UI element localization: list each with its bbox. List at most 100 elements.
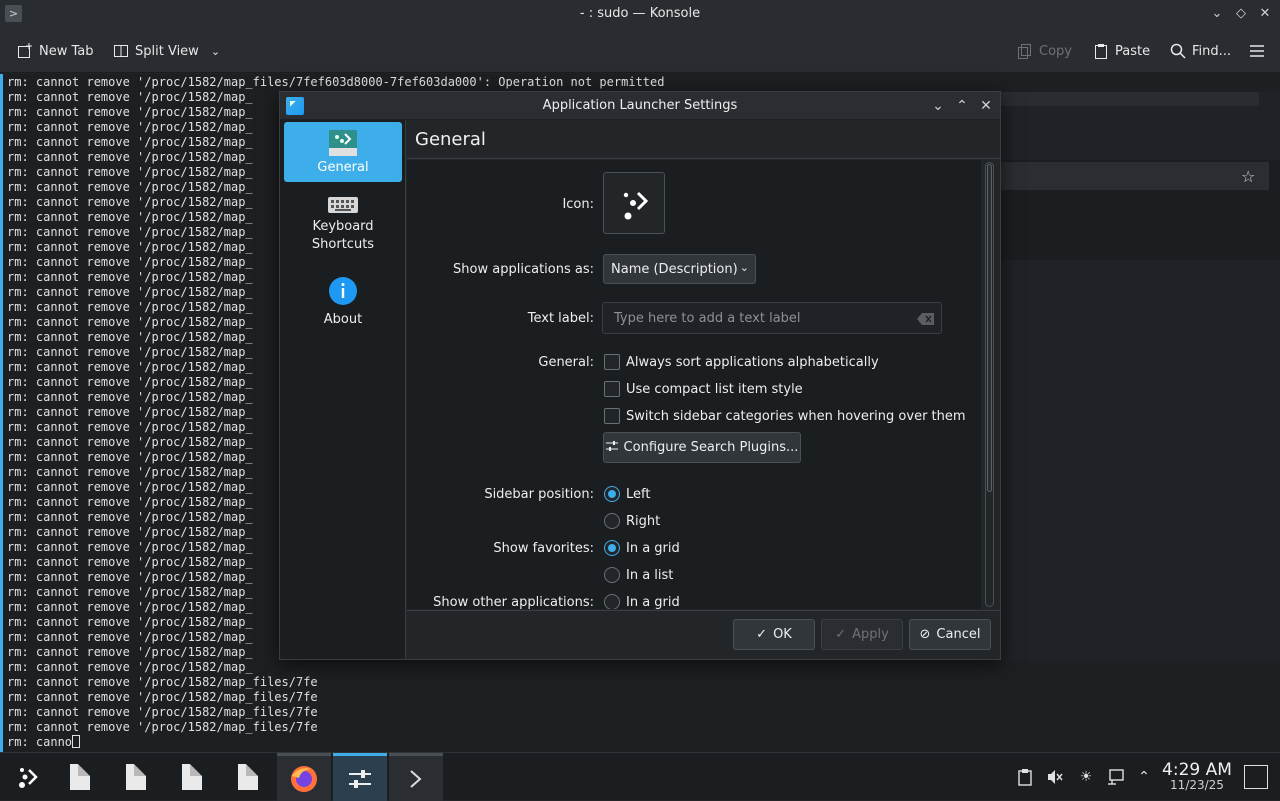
brightness-icon[interactable]: ☀ <box>1077 768 1095 786</box>
dialog-maximize-icon[interactable]: ⌃ <box>951 95 973 117</box>
copy-button[interactable]: Copy <box>1017 39 1072 63</box>
taskbar-firefox[interactable] <box>277 753 331 801</box>
apply-button[interactable]: ✓ Apply <box>821 619 903 650</box>
other-grid-label[interactable]: In a grid <box>626 595 680 609</box>
favorites-list-label[interactable]: In a list <box>626 568 673 583</box>
hamburger-menu-button[interactable] <box>1249 39 1265 63</box>
terminal-cursor <box>72 735 81 748</box>
taskbar-konsole[interactable] <box>389 753 443 801</box>
show-apps-label: Show applications as: <box>453 262 594 277</box>
document-icon <box>126 764 146 790</box>
hover-switch-label[interactable]: Switch sidebar categories when hovering … <box>626 409 966 424</box>
taskbar-file-4[interactable] <box>221 753 275 801</box>
maximize-icon[interactable]: ◇ <box>1231 4 1251 24</box>
sort-alphabetically-checkbox[interactable] <box>604 354 620 370</box>
close-icon[interactable]: ✕ <box>1255 4 1275 24</box>
clock-time: 4:29 AM <box>1162 760 1232 780</box>
favorites-grid-label[interactable]: In a grid <box>626 541 680 556</box>
cancel-button[interactable]: ⊘ Cancel <box>909 619 991 650</box>
terminal-line-text: rm: cannot remove '/proc/1582/map_ <box>7 645 253 659</box>
minimize-icon[interactable]: ⌄ <box>1207 4 1227 24</box>
configure-search-plugins-button[interactable]: Configure Search Plugins... <box>603 432 801 463</box>
new-tab-icon <box>17 43 33 59</box>
background-window-field <box>1001 162 1269 190</box>
terminal-line-text: rm: cannot remove '/proc/1582/map_ <box>7 135 253 149</box>
app-launcher-button[interactable] <box>0 753 54 801</box>
document-icon <box>182 764 202 790</box>
favorites-grid-radio[interactable] <box>604 540 620 556</box>
new-tab-button[interactable]: New Tab <box>17 39 94 63</box>
text-label-input[interactable]: Type here to add a text label <box>602 302 942 334</box>
sidebar-left-radio[interactable] <box>604 486 620 502</box>
sidebar-left-label[interactable]: Left <box>626 487 650 502</box>
show-apps-value: Name (Description) <box>611 262 738 277</box>
network-icon[interactable] <box>1107 768 1125 786</box>
dialog-close-icon[interactable]: ✕ <box>975 95 997 117</box>
settings-scroll-area[interactable]: Icon: Show applications as: Name (Descri… <box>407 160 981 609</box>
terminal-line-text: rm: cannot remove '/proc/1582/map_ <box>7 120 253 134</box>
sidebar-right-label[interactable]: Right <box>626 514 660 529</box>
paste-icon <box>1093 43 1109 59</box>
terminal-line-text: rm: cannot remove '/proc/1582/map_ <box>7 375 253 389</box>
volume-muted-icon[interactable] <box>1046 768 1064 786</box>
sidebar-item-about[interactable]: About <box>284 276 402 336</box>
show-favorites-label: Show favorites: <box>493 541 594 556</box>
hamburger-icon <box>1249 43 1265 59</box>
dialog-minimize-icon[interactable]: ⌄ <box>927 95 949 117</box>
dialog-titlebar[interactable]: Application Launcher Settings ⌄ ⌃ ✕ <box>280 92 1000 120</box>
sidebar-item-general[interactable]: General <box>284 122 402 182</box>
clipboard-icon[interactable] <box>1016 768 1034 786</box>
window-titlebar[interactable]: > - : sudo — Konsole ⌄ ◇ ✕ <box>0 0 1280 29</box>
settings-scrollbar[interactable] <box>985 162 994 607</box>
paste-button[interactable]: Paste <box>1093 39 1150 63</box>
terminal-line: rm: cannot remove '/proc/1582/map_ <box>7 660 1280 675</box>
terminal-line-text: rm: cannot remove '/proc/1582/map_ <box>7 555 253 569</box>
terminal-prompt-line: rm: canno <box>7 735 1280 750</box>
dialog-main: General Icon: Show applications as: Name… <box>407 120 1000 659</box>
compact-list-label[interactable]: Use compact list item style <box>626 382 803 397</box>
terminal-line-text: rm: cannot remove '/proc/1582/map_ <box>7 510 253 524</box>
terminal-line-text: rm: cannot remove '/proc/1582/map_ <box>7 345 253 359</box>
split-view-button[interactable]: Split View ⌄ <box>113 39 220 63</box>
taskbar-settings[interactable] <box>333 753 387 801</box>
clock[interactable]: 4:29 AM 11/23/25 <box>1158 760 1236 792</box>
terminal-line: rm: cannot remove '/proc/1582/map_files/… <box>7 705 1280 720</box>
show-desktop-button[interactable] <box>1244 765 1268 789</box>
favorites-list-radio[interactable] <box>604 567 620 583</box>
find-button[interactable]: Find... <box>1170 39 1231 63</box>
other-grid-radio[interactable] <box>604 594 620 609</box>
sidebar-position-label: Sidebar position: <box>484 487 594 502</box>
new-tab-label: New Tab <box>39 43 94 59</box>
icon-picker-button[interactable] <box>603 172 665 234</box>
sidebar-item-keyboard-shortcuts-label: Keyboard Shortcuts <box>311 219 375 252</box>
star-icon[interactable]: ☆ <box>1241 167 1255 186</box>
chevron-down-icon: ⌄ <box>210 44 221 58</box>
compact-list-checkbox[interactable] <box>604 381 620 397</box>
sidebar-right-radio[interactable] <box>604 513 620 529</box>
terminal-line: rm: cannot remove '/proc/1582/map_files/… <box>7 75 1280 90</box>
hover-switch-checkbox[interactable] <box>604 408 620 424</box>
chevron-up-icon[interactable]: ⌃ <box>1135 768 1153 786</box>
sidebar-item-keyboard-shortcuts[interactable]: Keyboard Shortcuts <box>284 194 402 266</box>
scrollbar-thumb[interactable] <box>987 164 992 492</box>
check-icon: ✓ <box>835 627 847 642</box>
terminal-line: rm: cannot remove '/proc/1582/map_files/… <box>7 720 1280 735</box>
clear-text-icon[interactable] <box>917 311 935 325</box>
clock-date: 11/23/25 <box>1170 778 1224 792</box>
split-view-icon <box>113 43 129 59</box>
icon-label: Icon: <box>562 197 594 212</box>
terminal-line-text: rm: cannot remove '/proc/1582/map_ <box>7 300 253 314</box>
taskbar-file-2[interactable] <box>109 753 163 801</box>
terminal-line-text: rm: cannot remove '/proc/1582/map_ <box>7 450 253 464</box>
terminal-line-text: rm: cannot remove '/proc/1582/map_ <box>7 600 253 614</box>
check-icon: ✓ <box>756 627 768 642</box>
ok-button[interactable]: ✓ OK <box>733 619 815 650</box>
taskbar-file-1[interactable] <box>53 753 107 801</box>
terminal-line-text: rm: cannot remove '/proc/1582/map_ <box>7 420 253 434</box>
launcher-preview-icon <box>623 191 649 220</box>
sidebar-item-about-label: About <box>323 312 363 327</box>
ok-label: OK <box>773 627 792 642</box>
show-apps-select[interactable]: Name (Description) ⌄ <box>603 254 756 284</box>
taskbar-file-3[interactable] <box>165 753 219 801</box>
sort-alphabetically-label[interactable]: Always sort applications alphabetically <box>626 355 879 370</box>
